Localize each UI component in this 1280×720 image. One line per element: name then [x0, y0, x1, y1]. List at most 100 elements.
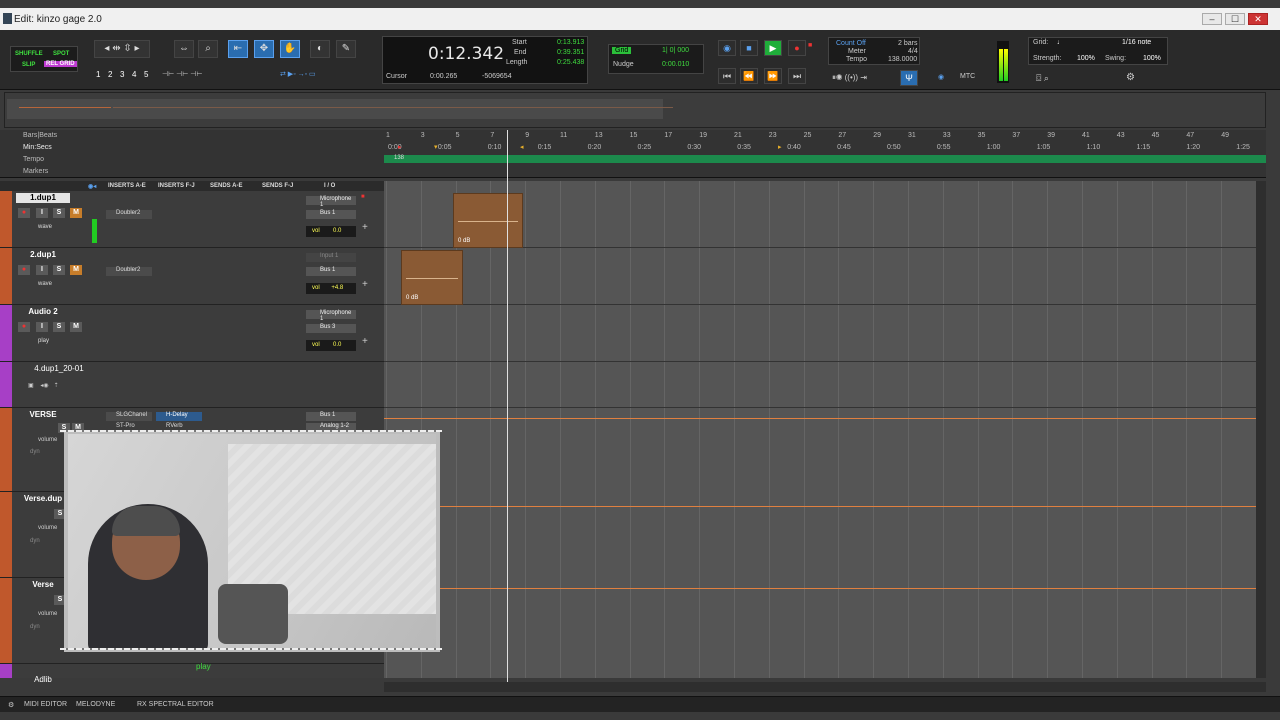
rewind-icon[interactable]: ⏪ — [740, 68, 758, 84]
trim-tool-icon[interactable]: ⇤ — [228, 40, 248, 58]
input-monitor-button[interactable]: I — [36, 208, 48, 218]
record-mode-icon[interactable]: ■ — [808, 42, 812, 49]
magnifier-icon[interactable]: ⌕ — [198, 40, 218, 58]
start-value[interactable]: 0:13.913 — [557, 39, 584, 46]
track-name[interactable]: Audio 2 — [16, 307, 70, 317]
zoom-preset-2[interactable]: 2 — [108, 70, 112, 79]
slip-mode[interactable]: SLIP — [20, 62, 37, 68]
insert-slot-a[interactable]: Doubler2 — [106, 267, 152, 276]
edit-window[interactable]: 0 dB 0 dB — [384, 181, 1256, 678]
nudge-label[interactable]: Nudge — [613, 61, 634, 68]
track-view-selector[interactable]: wave — [38, 224, 52, 230]
scrubber-tool-icon[interactable]: ◐ — [310, 40, 330, 58]
vol-value[interactable]: 0.0 — [333, 342, 341, 348]
automation-line[interactable] — [384, 588, 1256, 589]
swing-value[interactable]: 100% — [1143, 55, 1161, 62]
record-arm-button[interactable]: ● — [18, 208, 30, 218]
lane-3[interactable] — [384, 305, 1256, 362]
minimize-button[interactable]: ‒ — [1202, 13, 1222, 25]
track-1dup1[interactable]: 1.dup1 ● I S M wave Doubler2 Microphone … — [0, 191, 384, 248]
melodyne-tab[interactable]: MELODYNE — [76, 701, 115, 708]
track-4dup1[interactable]: 4.dup1_20-01 ▣ ◂◉ ⇡ — [0, 362, 384, 408]
selector-tool-icon[interactable]: ✥ — [254, 40, 274, 58]
track-name[interactable]: Verse.dup — [16, 494, 70, 504]
loop-end-marker[interactable]: ▸ — [778, 143, 782, 151]
rx-spectral-editor-tab[interactable]: RX SPECTRAL EDITOR — [137, 701, 214, 708]
track-view-selector[interactable]: play — [38, 338, 49, 344]
insert-slot-f[interactable]: H-Delay — [156, 412, 202, 421]
volume-field[interactable]: vol +4.8 — [306, 283, 356, 294]
tempo-track[interactable]: 138 — [384, 155, 1266, 163]
settings-gear-icon[interactable]: ⚙ — [1126, 72, 1135, 83]
record-arm-button[interactable]: ● — [18, 265, 30, 275]
quantize-grid-value[interactable]: 1/16 note — [1122, 39, 1151, 46]
track-view-selector[interactable]: volume — [38, 525, 57, 531]
grid-label[interactable]: Grid — [612, 47, 632, 54]
output-selector[interactable]: Bus 1 — [306, 412, 356, 421]
zoom-preset-4[interactable]: 4 — [132, 70, 136, 79]
close-button[interactable]: ✕ — [1248, 13, 1268, 25]
track-name[interactable]: 2.dup1 — [16, 250, 70, 260]
meter-value[interactable]: 4/4 — [908, 48, 918, 55]
output-selector[interactable]: Bus 3 — [306, 324, 356, 333]
stop-icon[interactable]: ■ — [740, 40, 758, 56]
maximize-button[interactable]: ☐ — [1225, 13, 1245, 25]
output-selector[interactable]: Bus 1 — [306, 267, 356, 276]
solo-button[interactable]: S — [53, 322, 65, 332]
strength-value[interactable]: 100% — [1077, 55, 1095, 62]
track-name[interactable]: Adlib — [16, 675, 70, 685]
add-icon[interactable]: + — [362, 336, 368, 347]
vertical-scrollbar[interactable] — [1256, 181, 1266, 678]
input-monitor-button[interactable]: I — [36, 322, 48, 332]
output-selector[interactable]: Bus 1 — [306, 210, 356, 219]
universe-overview[interactable] — [4, 92, 1266, 128]
input-selector[interactable]: Microphone 1 — [306, 196, 356, 208]
link-icons[interactable]: ⊣⊢ ⊣⊢ ⊣⊢ — [162, 70, 202, 78]
mute-button[interactable]: M — [70, 208, 82, 218]
horizontal-scrollbar[interactable] — [384, 682, 1266, 692]
end-value[interactable]: 0:39.351 — [557, 49, 584, 56]
record-icon[interactable]: ● — [788, 40, 806, 56]
grid-value[interactable]: 1| 0| 000 — [662, 47, 689, 54]
track-name[interactable]: 1.dup1 — [16, 193, 70, 203]
track-view-selector[interactable]: volume — [38, 611, 57, 617]
zoom-preset-5[interactable]: 5 — [144, 70, 148, 79]
zoom-toggle-icons[interactable]: ◂ ⇹ ⇳ ▸ — [94, 40, 150, 58]
spot-mode[interactable]: SPOT — [51, 51, 71, 57]
volume-field[interactable]: vol 0.0 — [306, 340, 356, 351]
selection-start-marker[interactable]: ▸ — [398, 143, 402, 151]
lane-2[interactable] — [384, 248, 1256, 305]
play-icon[interactable]: ▶ — [764, 40, 782, 56]
return-to-zero-icon[interactable]: ⏮ — [718, 68, 736, 84]
selection-end-marker[interactable]: ◂ — [520, 143, 524, 151]
link-selection-icons[interactable]: ⇄ ▶◦ →◦ ▭ — [280, 70, 316, 78]
zoom-in-icon[interactable]: ⇔ — [174, 40, 194, 58]
vol-value[interactable]: 0.0 — [333, 228, 341, 234]
track-audio2[interactable]: Audio 2 ● I S M play Microphone 1 Bus 3 … — [0, 305, 384, 362]
volume-field[interactable]: vol 0.0 — [306, 226, 356, 237]
nudge-value[interactable]: 0:00.010 — [662, 61, 689, 68]
track-name[interactable]: Verse — [16, 580, 70, 590]
mtc-button[interactable]: MTC — [960, 73, 975, 80]
bottom-settings-icon[interactable]: ⚙ — [8, 701, 14, 709]
main-counter-value[interactable]: 0:12.342 — [428, 44, 504, 64]
pencil-tool-icon[interactable]: ✎ — [336, 40, 356, 58]
selection-flag-marker[interactable]: ▾ — [434, 143, 438, 151]
add-icon[interactable]: + — [362, 222, 368, 233]
audio-clip[interactable]: 0 dB — [401, 250, 463, 305]
clip-gain[interactable]: 0 dB — [458, 238, 470, 244]
length-value[interactable]: 0:25.438 — [557, 59, 584, 66]
zoom-preset-1[interactable]: 1 — [96, 70, 100, 79]
audio-clip[interactable]: 0 dB — [453, 193, 523, 248]
input-selector[interactable]: Microphone 1 — [306, 310, 356, 322]
go-to-end-icon[interactable]: ⏭ — [788, 68, 806, 84]
clip-gain[interactable]: 0 dB — [406, 295, 418, 301]
lane-4[interactable] — [384, 362, 1256, 408]
add-icon[interactable]: + — [362, 279, 368, 290]
mute-button[interactable]: M — [70, 265, 82, 275]
track-name[interactable]: VERSE — [16, 410, 70, 420]
insert-slot-a[interactable]: Doubler2 — [106, 210, 152, 219]
track-name[interactable]: 4.dup1_20-01 — [22, 364, 96, 374]
mute-button[interactable]: M — [70, 322, 82, 332]
overview-visible-region[interactable] — [7, 99, 663, 119]
